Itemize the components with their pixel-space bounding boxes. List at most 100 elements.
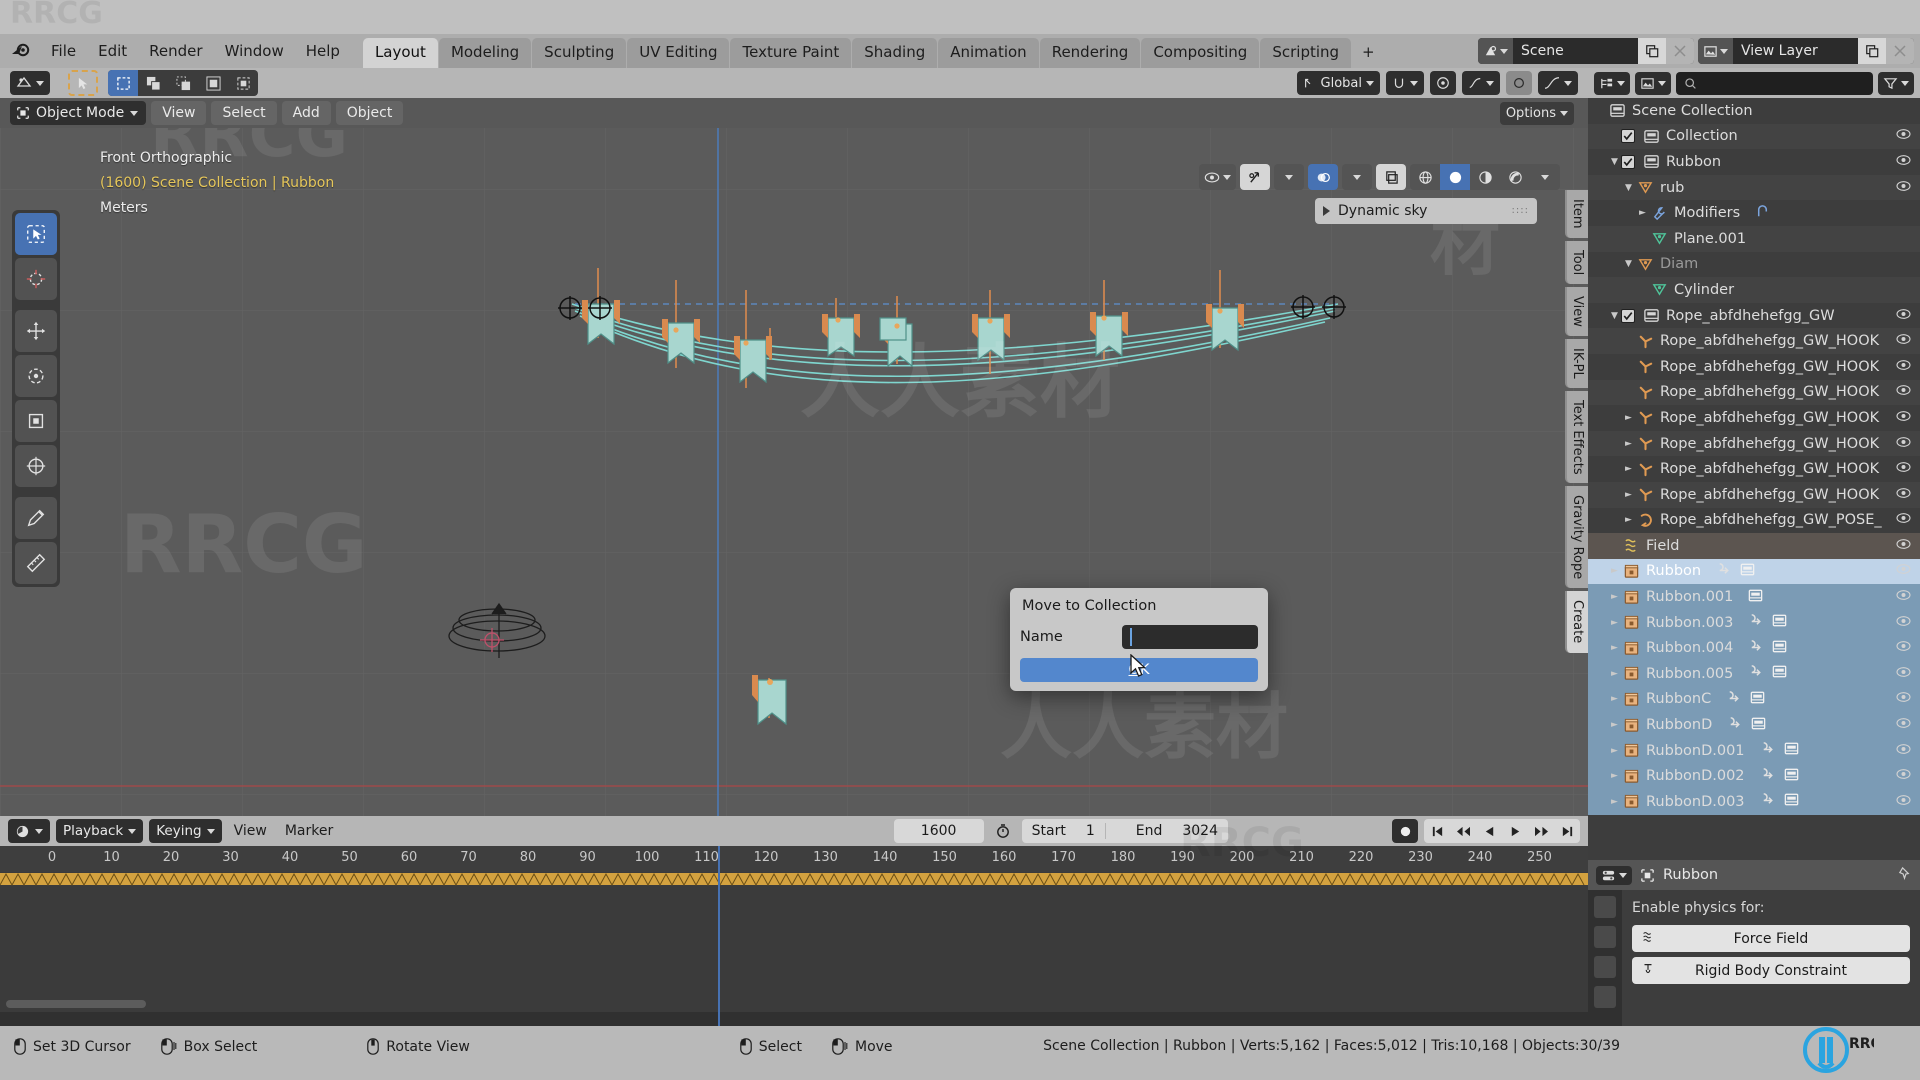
outliner-row-rubbond-001[interactable]: ► RubbonD.001 bbox=[1588, 737, 1920, 764]
collection-name-input[interactable] bbox=[1122, 625, 1258, 649]
viewlayer-selector[interactable]: View Layer bbox=[1698, 38, 1914, 64]
outliner-row-rope-abfdhehefgg-gw-hook[interactable]: ► Rope_abfdhehefgg_GW_HOOK bbox=[1588, 481, 1920, 508]
tool-annotate[interactable] bbox=[15, 497, 57, 539]
viewport-menu-object[interactable]: Object bbox=[335, 101, 404, 125]
visibility-eye-icon[interactable] bbox=[1896, 512, 1911, 528]
gizmo-toggle-icon[interactable] bbox=[1240, 164, 1270, 190]
editor-type-button[interactable] bbox=[10, 71, 50, 95]
panel-grip-icon[interactable]: :::: bbox=[1512, 206, 1529, 216]
row-checkbox[interactable] bbox=[1621, 308, 1635, 323]
outliner-row-rope-abfdhehefgg-gw-hook[interactable]: Rope_abfdhehefgg_GW_HOOK bbox=[1588, 328, 1920, 354]
mesh-box-icon[interactable] bbox=[1749, 689, 1766, 710]
tab-texture-paint[interactable]: Texture Paint bbox=[730, 38, 852, 68]
visibility-eye-icon[interactable] bbox=[1896, 563, 1911, 579]
outliner-row-rope-abfdhehefgg-gw-hook[interactable]: ► Rope_abfdhehefgg_GW_HOOK bbox=[1588, 405, 1920, 431]
tab-shading[interactable]: Shading bbox=[852, 38, 938, 68]
chevron-right-icon[interactable]: ► bbox=[1608, 746, 1621, 756]
chevron-right-icon[interactable]: ► bbox=[1622, 439, 1635, 449]
properties-tab-tool[interactable] bbox=[1594, 896, 1616, 918]
visibility-eye-icon[interactable] bbox=[1896, 538, 1911, 554]
new-scene-button[interactable] bbox=[1638, 38, 1666, 64]
sidebar-tab-tool[interactable]: Tool bbox=[1565, 240, 1588, 284]
tab-add-workspace[interactable]: + bbox=[1352, 38, 1385, 68]
timeline-editor[interactable]: Playback Keying View Marker 1600 Start 1… bbox=[0, 816, 1588, 1026]
outliner-search-input[interactable] bbox=[1676, 71, 1873, 95]
chevron-right-icon[interactable]: ► bbox=[1608, 771, 1621, 781]
timeline-editor-type-button[interactable] bbox=[8, 819, 50, 843]
timeline-body[interactable] bbox=[0, 872, 1588, 1012]
timeline-menu-marker[interactable]: Marker bbox=[279, 823, 339, 839]
visibility-eye-icon[interactable] bbox=[1896, 717, 1911, 733]
outliner-row-rubbon-003[interactable]: ► Rubbon.003 bbox=[1588, 609, 1920, 636]
visibility-eye-icon[interactable] bbox=[1896, 410, 1911, 426]
outliner-editor[interactable]: Scene Collection Collection ▼ Rubbon ▼ rub ► Mo… bbox=[1588, 68, 1920, 860]
outliner-row-cylinder[interactable]: Cylinder bbox=[1588, 277, 1920, 303]
viewport-menu-add[interactable]: Add bbox=[281, 101, 331, 125]
outliner-tree[interactable]: Scene Collection Collection ▼ Rubbon ▼ rub ► Mo… bbox=[1588, 98, 1920, 860]
timeline-ruler[interactable]: 0 10 20 30 40 50 60 70 80 90 100 110 120 130 140 150 160… bbox=[0, 846, 1588, 872]
chevron-right-icon[interactable]: ► bbox=[1622, 464, 1635, 474]
outliner-row-scene-collection[interactable]: Scene Collection bbox=[1588, 98, 1920, 124]
overlays-toggle-icon[interactable] bbox=[1308, 164, 1338, 190]
tool-transform[interactable] bbox=[15, 445, 57, 487]
visibility-eye-icon[interactable] bbox=[1896, 794, 1911, 810]
outliner-row-rope-abfdhehefgg-gw-hook[interactable]: Rope_abfdhehefgg_GW_HOOK bbox=[1588, 379, 1920, 406]
xray-toggle-icon[interactable] bbox=[1376, 164, 1406, 190]
chevron-down-icon[interactable]: ▼ bbox=[1622, 183, 1635, 193]
chevron-down-icon[interactable]: ▼ bbox=[1608, 311, 1621, 321]
sidebar-tab-gravity-rope[interactable]: Gravity Rope bbox=[1565, 486, 1588, 589]
outliner-display-mode-button[interactable] bbox=[1635, 71, 1671, 95]
modifier-arrow-icon[interactable] bbox=[1726, 715, 1743, 736]
frame-range-field[interactable]: Start 1 End 3024 bbox=[1021, 819, 1228, 843]
mesh-box-icon[interactable] bbox=[1771, 612, 1788, 633]
viewport-menu-view[interactable]: View bbox=[151, 101, 207, 125]
outliner-row-field[interactable]: Field bbox=[1588, 533, 1920, 559]
tab-compositing[interactable]: Compositing bbox=[1141, 38, 1260, 68]
visibility-selector-icon[interactable] bbox=[1199, 164, 1236, 190]
tool-measure[interactable] bbox=[15, 542, 57, 584]
chevron-right-icon[interactable]: ► bbox=[1608, 797, 1621, 807]
mesh-box-icon[interactable] bbox=[1783, 791, 1800, 812]
visibility-eye-icon[interactable] bbox=[1896, 768, 1911, 784]
menu-file[interactable]: File bbox=[40, 38, 87, 64]
proportional-editing-toggle[interactable] bbox=[1430, 71, 1456, 95]
properties-tab-viewlayer[interactable] bbox=[1594, 986, 1616, 1008]
visibility-eye-icon[interactable] bbox=[1896, 461, 1911, 477]
play-reverse-button[interactable] bbox=[1476, 819, 1502, 843]
outliner-row-rubbonc[interactable]: ► RubbonC bbox=[1588, 686, 1920, 713]
sidebar-tab-item[interactable]: Item bbox=[1565, 190, 1588, 238]
delete-scene-button[interactable] bbox=[1666, 38, 1694, 64]
timeline-playhead[interactable] bbox=[718, 846, 720, 1026]
outliner-filter-button[interactable] bbox=[1878, 71, 1914, 95]
modifier-arrow-icon[interactable] bbox=[1747, 638, 1764, 659]
row-checkbox[interactable] bbox=[1621, 154, 1635, 169]
play-button[interactable] bbox=[1502, 819, 1528, 843]
visibility-eye-icon[interactable] bbox=[1896, 333, 1911, 349]
dynamic-sky-panel[interactable]: Dynamic sky :::: bbox=[1315, 198, 1537, 224]
visibility-eye-icon[interactable] bbox=[1896, 128, 1911, 144]
rigid-body-constraint-button[interactable]: Rigid Body Constraint bbox=[1632, 957, 1910, 984]
transform-orientation-dropdown[interactable]: Global bbox=[1296, 71, 1380, 95]
mesh-box-icon[interactable] bbox=[1771, 663, 1788, 684]
tool-rotate[interactable] bbox=[15, 355, 57, 397]
sidebar-tab-view[interactable]: View bbox=[1565, 286, 1588, 336]
chevron-right-icon[interactable]: ► bbox=[1608, 694, 1621, 704]
outliner-row-rubbond[interactable]: ► RubbonD bbox=[1588, 712, 1920, 738]
visibility-eye-icon[interactable] bbox=[1896, 640, 1911, 656]
chevron-right-icon[interactable]: ► bbox=[1622, 490, 1635, 500]
modifier-arrow-icon[interactable] bbox=[1715, 561, 1732, 582]
next-keyframe-button[interactable] bbox=[1528, 819, 1554, 843]
new-viewlayer-button[interactable] bbox=[1858, 38, 1886, 64]
jump-start-button[interactable] bbox=[1424, 819, 1450, 843]
overlays-dropdown-icon[interactable] bbox=[1342, 164, 1372, 190]
chevron-right-icon[interactable]: ► bbox=[1636, 208, 1649, 218]
tool-cursor[interactable] bbox=[15, 258, 57, 300]
timeline-menu-playback[interactable]: Playback bbox=[56, 819, 144, 843]
force-field-button[interactable]: Force Field bbox=[1632, 925, 1910, 952]
select-invert-icon[interactable] bbox=[198, 70, 228, 96]
chevron-right-icon[interactable]: ► bbox=[1608, 566, 1621, 576]
modifier-arrow-icon[interactable] bbox=[1759, 791, 1776, 812]
viewport-options-button[interactable]: Options bbox=[1499, 102, 1574, 125]
use-preview-range-icon[interactable] bbox=[990, 819, 1016, 843]
current-frame-field[interactable]: 1600 bbox=[893, 819, 984, 843]
